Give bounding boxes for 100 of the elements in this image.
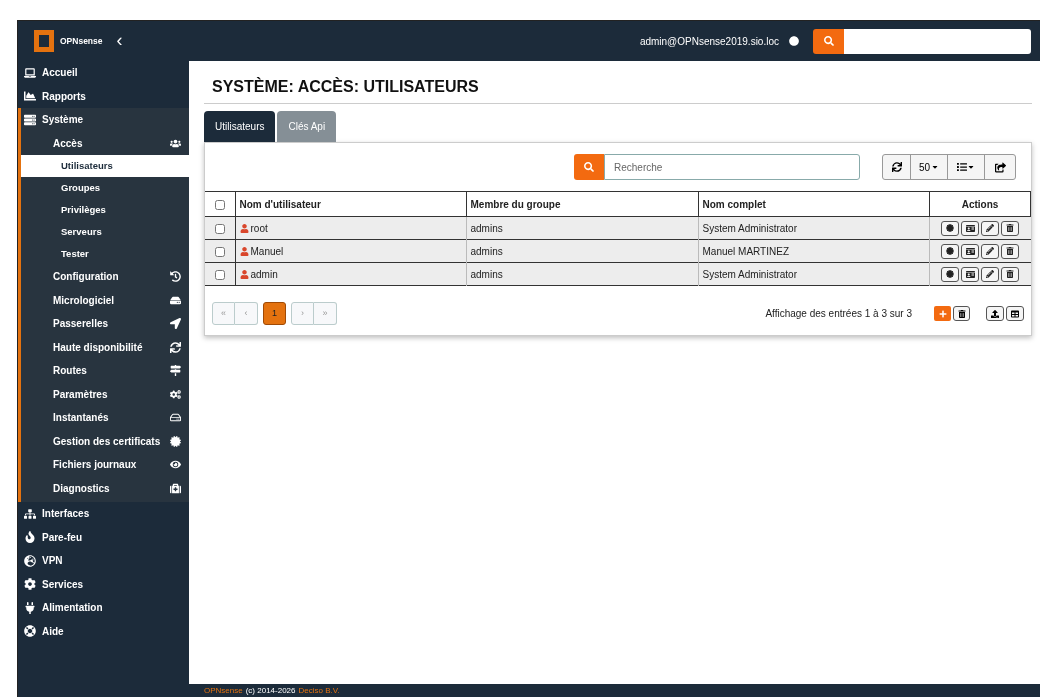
refresh-icon xyxy=(170,341,181,353)
chart-icon xyxy=(24,90,36,103)
table-cell: admins xyxy=(470,268,503,280)
search-icon xyxy=(584,162,594,172)
search-button[interactable] xyxy=(813,28,844,54)
badge-icon xyxy=(170,435,181,447)
user-icon xyxy=(239,223,249,233)
entries-info: Affichage des entrées 1 à 3 sur 3 xyxy=(765,307,912,321)
trash-icon xyxy=(957,309,966,318)
sidebar-item[interactable]: Gestion des certificats xyxy=(21,429,189,453)
delete-button[interactable] xyxy=(1001,220,1020,236)
search-field[interactable] xyxy=(844,28,1031,54)
sidebar-item[interactable]: Accès xyxy=(21,131,189,155)
globe-icon xyxy=(24,554,36,567)
table-search-field[interactable]: Recherche xyxy=(604,154,860,180)
sidebar-item[interactable]: Passerelles xyxy=(21,312,189,336)
user-icon xyxy=(239,246,249,256)
sidebar-item[interactable]: Routes xyxy=(21,359,189,383)
sidebar-item[interactable]: Groupes xyxy=(21,177,189,199)
tab[interactable]: Utilisateurs xyxy=(204,111,276,142)
table-icon xyxy=(1011,309,1019,318)
bulk-delete-button[interactable] xyxy=(953,306,970,321)
sidebar-item[interactable]: Micrologiciel xyxy=(21,288,189,312)
laptop-icon xyxy=(24,66,36,79)
sidebar-item[interactable]: Diagnostics xyxy=(21,476,189,500)
sidebar-item[interactable]: Interfaces xyxy=(18,502,189,526)
delete-button[interactable] xyxy=(1001,243,1020,259)
card-button[interactable] xyxy=(961,220,980,236)
sidebar-item[interactable]: Alimentation xyxy=(18,596,189,620)
edit-button[interactable] xyxy=(981,220,1000,236)
user-name: admin@OPNsense2019.sio.loc xyxy=(639,34,779,49)
delete-button[interactable] xyxy=(1001,266,1020,282)
sidebar-item[interactable]: Services xyxy=(18,572,189,596)
edit-button[interactable] xyxy=(981,243,1000,259)
logo-icon xyxy=(34,30,54,52)
sidebar-item[interactable]: Paramètres xyxy=(21,382,189,406)
table-search-button[interactable] xyxy=(574,154,604,180)
table-cell: System Administrator xyxy=(702,222,797,234)
caret-icon xyxy=(967,163,975,171)
column-header: Nom complet xyxy=(698,191,930,217)
table-cell: System Administrator xyxy=(702,268,797,280)
card-button[interactable] xyxy=(961,243,980,259)
certificate-button[interactable] xyxy=(941,243,960,259)
select-all-checkbox[interactable] xyxy=(214,199,225,210)
sidebar-item[interactable]: Utilisateurs xyxy=(21,155,189,177)
caret-icon xyxy=(931,163,940,171)
column-header: Actions xyxy=(929,191,1031,217)
collapse-button[interactable]: ‹ xyxy=(116,30,123,52)
gear-icon xyxy=(24,578,36,591)
brand-link[interactable]: OPNsense xyxy=(204,684,243,697)
lifebuoy-icon xyxy=(24,625,36,638)
sidebar-item[interactable]: Système xyxy=(21,108,189,132)
edit-button[interactable] xyxy=(981,266,1000,282)
sidebar-item[interactable]: Fichiers journaux xyxy=(21,453,189,477)
badge-icon xyxy=(946,247,955,255)
upload-icon xyxy=(991,309,999,318)
certificate-button[interactable] xyxy=(941,220,960,236)
trash-icon xyxy=(1006,270,1015,278)
sidebar-item[interactable]: Accueil xyxy=(18,61,189,85)
badge-icon xyxy=(946,270,955,278)
plus-icon xyxy=(938,309,947,318)
sidebar-item[interactable]: VPN xyxy=(18,549,189,573)
sidebar-item[interactable]: Tester xyxy=(21,243,189,265)
trash-icon xyxy=(1006,224,1015,232)
badge-icon xyxy=(946,224,955,232)
sidebar-item[interactable]: Aide xyxy=(18,619,189,643)
sidebar-item[interactable]: Pare-feu xyxy=(18,525,189,549)
refresh-icon xyxy=(891,162,902,172)
export-table-button[interactable] xyxy=(1006,306,1024,321)
sitemap-icon xyxy=(24,507,36,520)
page-title: SYSTÈME: ACCÈS: UTILISATEURS xyxy=(204,75,1032,104)
page-button[interactable]: 1 xyxy=(263,302,286,325)
gears-icon xyxy=(170,388,181,400)
sidebar-item[interactable]: Privilèges xyxy=(21,199,189,221)
fire-icon xyxy=(24,531,36,544)
company-link[interactable]: Deciso B.V. xyxy=(298,684,340,697)
export-icon xyxy=(994,161,1006,173)
row-checkbox[interactable] xyxy=(214,246,225,257)
sidebar-item[interactable]: Configuration xyxy=(21,265,189,289)
sidebar-item[interactable]: Rapports xyxy=(18,84,189,108)
eye-icon xyxy=(170,459,181,471)
sidebar-item[interactable]: Serveurs xyxy=(21,221,189,243)
search-icon xyxy=(823,36,834,46)
signpost-icon xyxy=(170,365,181,377)
card-icon xyxy=(965,246,975,256)
certificate-button[interactable] xyxy=(941,266,960,282)
row-checkbox[interactable] xyxy=(214,223,225,234)
arrow-icon xyxy=(170,318,181,330)
sidebar-item[interactable]: Haute disponibilité xyxy=(21,335,189,359)
table-cell: admins xyxy=(470,245,503,257)
column-header: Nom d'utilisateur xyxy=(235,191,466,217)
import-button[interactable] xyxy=(986,306,1004,321)
edit-icon xyxy=(986,224,995,232)
list-icon xyxy=(957,162,967,172)
row-checkbox[interactable] xyxy=(214,269,225,280)
sidebar-item[interactable]: Instantanés xyxy=(21,406,189,430)
server-icon xyxy=(24,113,36,126)
users-icon xyxy=(170,137,181,149)
card-button[interactable] xyxy=(961,266,980,282)
card-icon xyxy=(965,269,975,279)
